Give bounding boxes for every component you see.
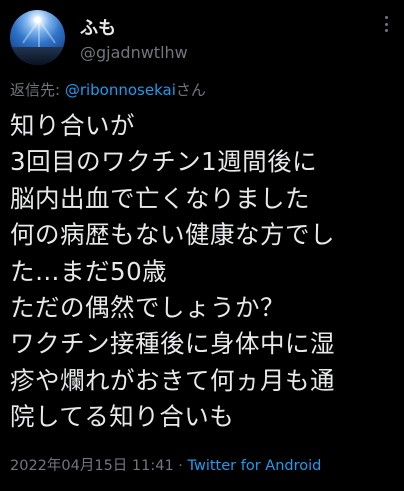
- meta-separator: ·: [173, 458, 188, 474]
- sun-ray: [37, 19, 40, 48]
- timestamp-link[interactable]: 2022年04月15日 11:41: [10, 458, 174, 474]
- tweet: ふも @gjadnwtlhw 返信先: @ribonnosekaiさん 知り合い…: [0, 0, 404, 491]
- display-name[interactable]: ふも: [80, 14, 116, 40]
- dot: [384, 22, 388, 26]
- reply-label: 返信先:: [10, 81, 65, 99]
- tweet-line: ただの偶然でしょうか？: [10, 292, 285, 322]
- reply-context: 返信先: @ribonnosekaiさん: [10, 79, 206, 100]
- tweet-line: 院してる知り合いも: [10, 402, 235, 432]
- dot: [384, 16, 388, 19]
- tweet-meta: 2022年04月15日 11:41 · Twitter for Android: [10, 454, 321, 475]
- dot: [384, 29, 388, 32]
- tweet-line: 疹や爛れがおきて何ヵ月も通: [10, 365, 335, 395]
- tweet-line: 脳内出血で亡くなりました: [10, 183, 310, 213]
- avatar[interactable]: [10, 10, 65, 65]
- tweet-line: 知り合いが: [10, 111, 135, 140]
- reply-suffix: さん: [175, 81, 206, 99]
- tweet-line: た…まだ50歳: [10, 256, 168, 286]
- reply-mention-link[interactable]: @ribonnosekai: [65, 81, 176, 99]
- avatar-ground: [10, 47, 65, 65]
- tweet-line: ワクチン接種後に身体中に湿: [10, 329, 335, 359]
- sun-ray: [37, 19, 56, 44]
- more-options-icon[interactable]: [376, 14, 396, 34]
- tweet-line: 3回目のワクチン1週間後に: [10, 147, 318, 177]
- user-handle[interactable]: @gjadnwtlhw: [80, 43, 188, 62]
- tweet-line: 何の病歴もない健康な方でし: [10, 220, 335, 250]
- source-link[interactable]: Twitter for Android: [188, 458, 322, 474]
- tweet-text: 知り合いが 3回目のワクチン1週間後に 脳内出血で亡くなりました 何の病歴もない…: [10, 108, 400, 436]
